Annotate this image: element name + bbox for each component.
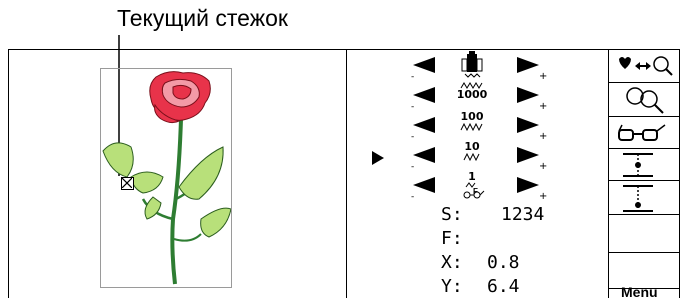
frame-label: F: <box>441 228 463 249</box>
x-coordinate-row: X: 0.8 <box>441 252 520 274</box>
back-1-button[interactable]: - <box>407 175 437 199</box>
zoom-toggle-icon <box>619 56 673 76</box>
stitch-count-row: S: 1234 <box>441 204 544 226</box>
stitch-step-10-icon: 10 <box>455 141 489 171</box>
stitch-step-100-icon: 100 <box>455 111 489 141</box>
menu-button[interactable]: Menu <box>609 284 680 300</box>
svg-text:-: - <box>411 192 414 199</box>
forward-color-button[interactable]: + <box>513 55 547 79</box>
forward-1-button[interactable]: + <box>513 175 547 199</box>
stitch-count-value: 1234 <box>501 204 545 225</box>
step-row-1000: - 1000 + <box>407 82 547 109</box>
frame-row: F: <box>441 228 463 250</box>
frame-step-label: F <box>473 187 478 196</box>
y-value: 6.4 <box>487 276 520 297</box>
back-100-button[interactable]: - <box>407 115 437 139</box>
svg-text:-: - <box>411 162 414 169</box>
embroidery-canvas[interactable] <box>100 68 232 288</box>
svg-text:-: - <box>411 72 414 79</box>
current-stitch-marker <box>121 177 134 190</box>
stitch-step-1-icon: 1 <box>455 171 489 201</box>
y-coordinate-row: Y: 6.4 <box>441 276 520 298</box>
stitch-step-1000-icon: 1000 <box>455 81 489 111</box>
svg-text:+: + <box>539 161 547 169</box>
frame-step-label-row: F <box>407 180 547 196</box>
glasses-view-button[interactable] <box>609 117 680 149</box>
glasses-view-icon <box>618 124 666 141</box>
x-label: X: <box>441 252 463 273</box>
down-move-icon <box>623 185 653 212</box>
panel-divider-left <box>346 49 347 298</box>
svg-text:+: + <box>539 131 547 139</box>
step-row-color: - + <box>407 51 547 79</box>
zoom-toggle-button[interactable] <box>609 49 680 83</box>
center-move-icon <box>623 153 653 177</box>
x-value: 0.8 <box>487 252 520 273</box>
selected-row-arrow-icon <box>372 151 384 165</box>
svg-text:-: - <box>411 132 414 139</box>
forward-100-button[interactable]: + <box>513 115 547 139</box>
back-color-button[interactable]: - <box>407 55 437 79</box>
color-change-icon <box>455 51 489 81</box>
svg-text:+: + <box>539 191 547 199</box>
step-row-10: - 10 + <box>407 141 547 169</box>
y-label: Y: <box>441 276 463 297</box>
center-move-button[interactable] <box>609 149 680 181</box>
zoom-out-icon <box>626 87 664 114</box>
forward-10-button[interactable]: + <box>513 145 547 169</box>
down-move-button[interactable] <box>609 181 680 215</box>
blank-button-1[interactable] <box>609 215 680 253</box>
forward-1000-button[interactable]: + <box>513 85 547 109</box>
right-tool-panel: Menu <box>609 49 680 300</box>
svg-text:+: + <box>539 101 547 109</box>
svg-text:-: - <box>411 102 414 109</box>
step-row-100: - 100 + <box>407 111 547 139</box>
zoom-out-button[interactable] <box>609 83 680 117</box>
svg-text:+: + <box>539 71 547 79</box>
stitch-count-label: S: <box>441 204 463 225</box>
back-10-button[interactable]: - <box>407 145 437 169</box>
back-1000-button[interactable]: - <box>407 85 437 109</box>
